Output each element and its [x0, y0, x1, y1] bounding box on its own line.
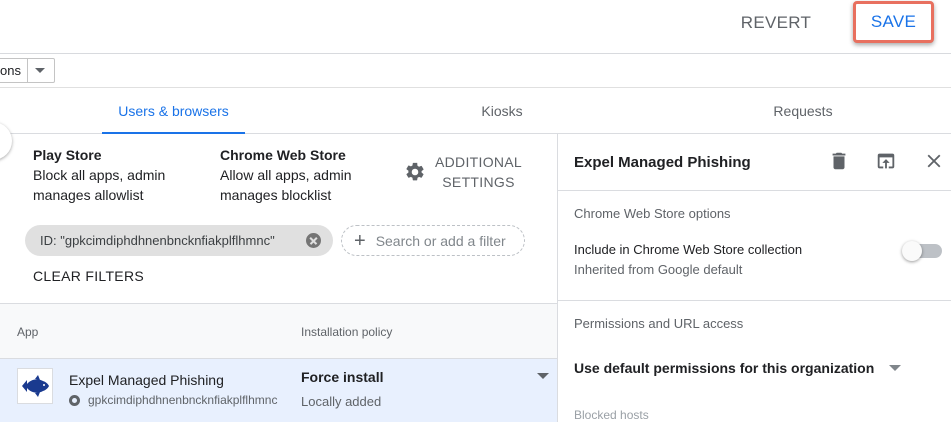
close-icon[interactable]: [923, 150, 945, 172]
fish-icon: [22, 375, 49, 397]
toggle-knob: [902, 241, 922, 261]
blocked-hosts-label: Blocked hosts: [574, 408, 649, 422]
play-store-setting[interactable]: Play Store Block all apps, admin manages…: [33, 145, 165, 205]
org-unit-select[interactable]: ons: [0, 58, 55, 83]
chevron-down-icon[interactable]: [889, 365, 902, 371]
table-header: App Installation policy: [0, 303, 557, 359]
play-store-line2: manages allowlist: [33, 187, 144, 203]
chevron-down-icon[interactable]: [537, 373, 549, 379]
permissions-section-label: Permissions and URL access: [574, 316, 744, 331]
installation-policy-note: Locally added: [301, 394, 382, 409]
additional-settings-button[interactable]: ADDITIONAL SETTINGS: [404, 152, 522, 192]
include-in-collection-label: Include in Chrome Web Store collection: [574, 242, 803, 257]
play-store-title: Play Store: [33, 147, 102, 163]
chrome-web-store-setting[interactable]: Chrome Web Store Allow all apps, admin m…: [220, 145, 352, 205]
app-name[interactable]: Expel Managed Phishing: [69, 372, 224, 388]
filter-chip-label: ID: "gpkcimdiphdhnenbncknfiakplflhmnc": [40, 233, 275, 248]
org-unit-value: ons: [0, 59, 28, 82]
include-in-collection-inherited: Inherited from Google default: [574, 262, 743, 277]
chrome-web-store-line2: manages blocklist: [220, 187, 332, 203]
chevron-down-icon[interactable]: [35, 68, 45, 73]
chrome-web-store-options-label: Chrome Web Store options: [574, 206, 731, 221]
tab-users-browsers[interactable]: Users & browsers: [102, 88, 245, 134]
detail-panel-header: Expel Managed Phishing: [558, 134, 951, 191]
additional-settings-label: ADDITIONAL SETTINGS: [435, 152, 522, 192]
plus-icon: +: [354, 229, 366, 252]
additional-settings-line1: ADDITIONAL: [435, 154, 523, 170]
org-unit-bar: ons: [0, 54, 951, 88]
filter-search-placeholder: Search or add a filter: [375, 232, 506, 249]
filter-search-input[interactable]: + Search or add a filter: [341, 225, 525, 256]
tab-bar: Users & browsers Kiosks Requests: [0, 88, 951, 134]
chrome-web-store-line1: Allow all apps, admin: [220, 167, 352, 183]
table-row[interactable]: Expel Managed Phishing gpkcimdiphdhnenbn…: [0, 359, 557, 422]
clear-filters-button[interactable]: CLEAR FILTERS: [33, 268, 144, 284]
save-button[interactable]: SAVE: [853, 1, 934, 43]
chrome-web-store-icon: [69, 394, 80, 406]
app-detail-panel: Expel Managed Phishing Chrome Web Store …: [557, 134, 951, 422]
app-id: gpkcimdiphdhnenbncknfiakplflhmnc: [69, 393, 277, 407]
tab-requests[interactable]: Requests: [750, 88, 856, 134]
additional-settings-line2: SETTINGS: [442, 174, 515, 190]
trash-icon[interactable]: [828, 150, 850, 172]
installation-policy-value[interactable]: Force install: [301, 369, 383, 385]
open-in-new-icon[interactable]: [875, 150, 897, 172]
gear-icon: [406, 162, 424, 181]
revert-button[interactable]: REVERT: [732, 8, 820, 38]
permissions-select[interactable]: Use default permissions for this organiz…: [574, 360, 902, 376]
play-store-line1: Block all apps, admin: [33, 167, 166, 183]
permissions-select-value: Use default permissions for this organiz…: [574, 360, 875, 376]
filter-chip[interactable]: ID: "gpkcimdiphdhnenbncknfiakplflhmnc": [25, 225, 333, 256]
top-action-bar: REVERT SAVE: [0, 0, 951, 54]
column-header-app[interactable]: App: [17, 325, 38, 339]
column-header-installation-policy[interactable]: Installation policy: [301, 325, 392, 339]
app-id-text: gpkcimdiphdhnenbncknfiakplflhmnc: [88, 393, 278, 407]
tab-kiosks[interactable]: Kiosks: [455, 88, 549, 134]
app-icon: [17, 368, 53, 404]
remove-filter-icon[interactable]: [306, 233, 321, 248]
include-in-collection-toggle[interactable]: [902, 241, 942, 261]
detail-panel-title: Expel Managed Phishing: [574, 154, 751, 171]
chrome-web-store-title: Chrome Web Store: [220, 147, 346, 163]
section-divider: [558, 300, 951, 301]
